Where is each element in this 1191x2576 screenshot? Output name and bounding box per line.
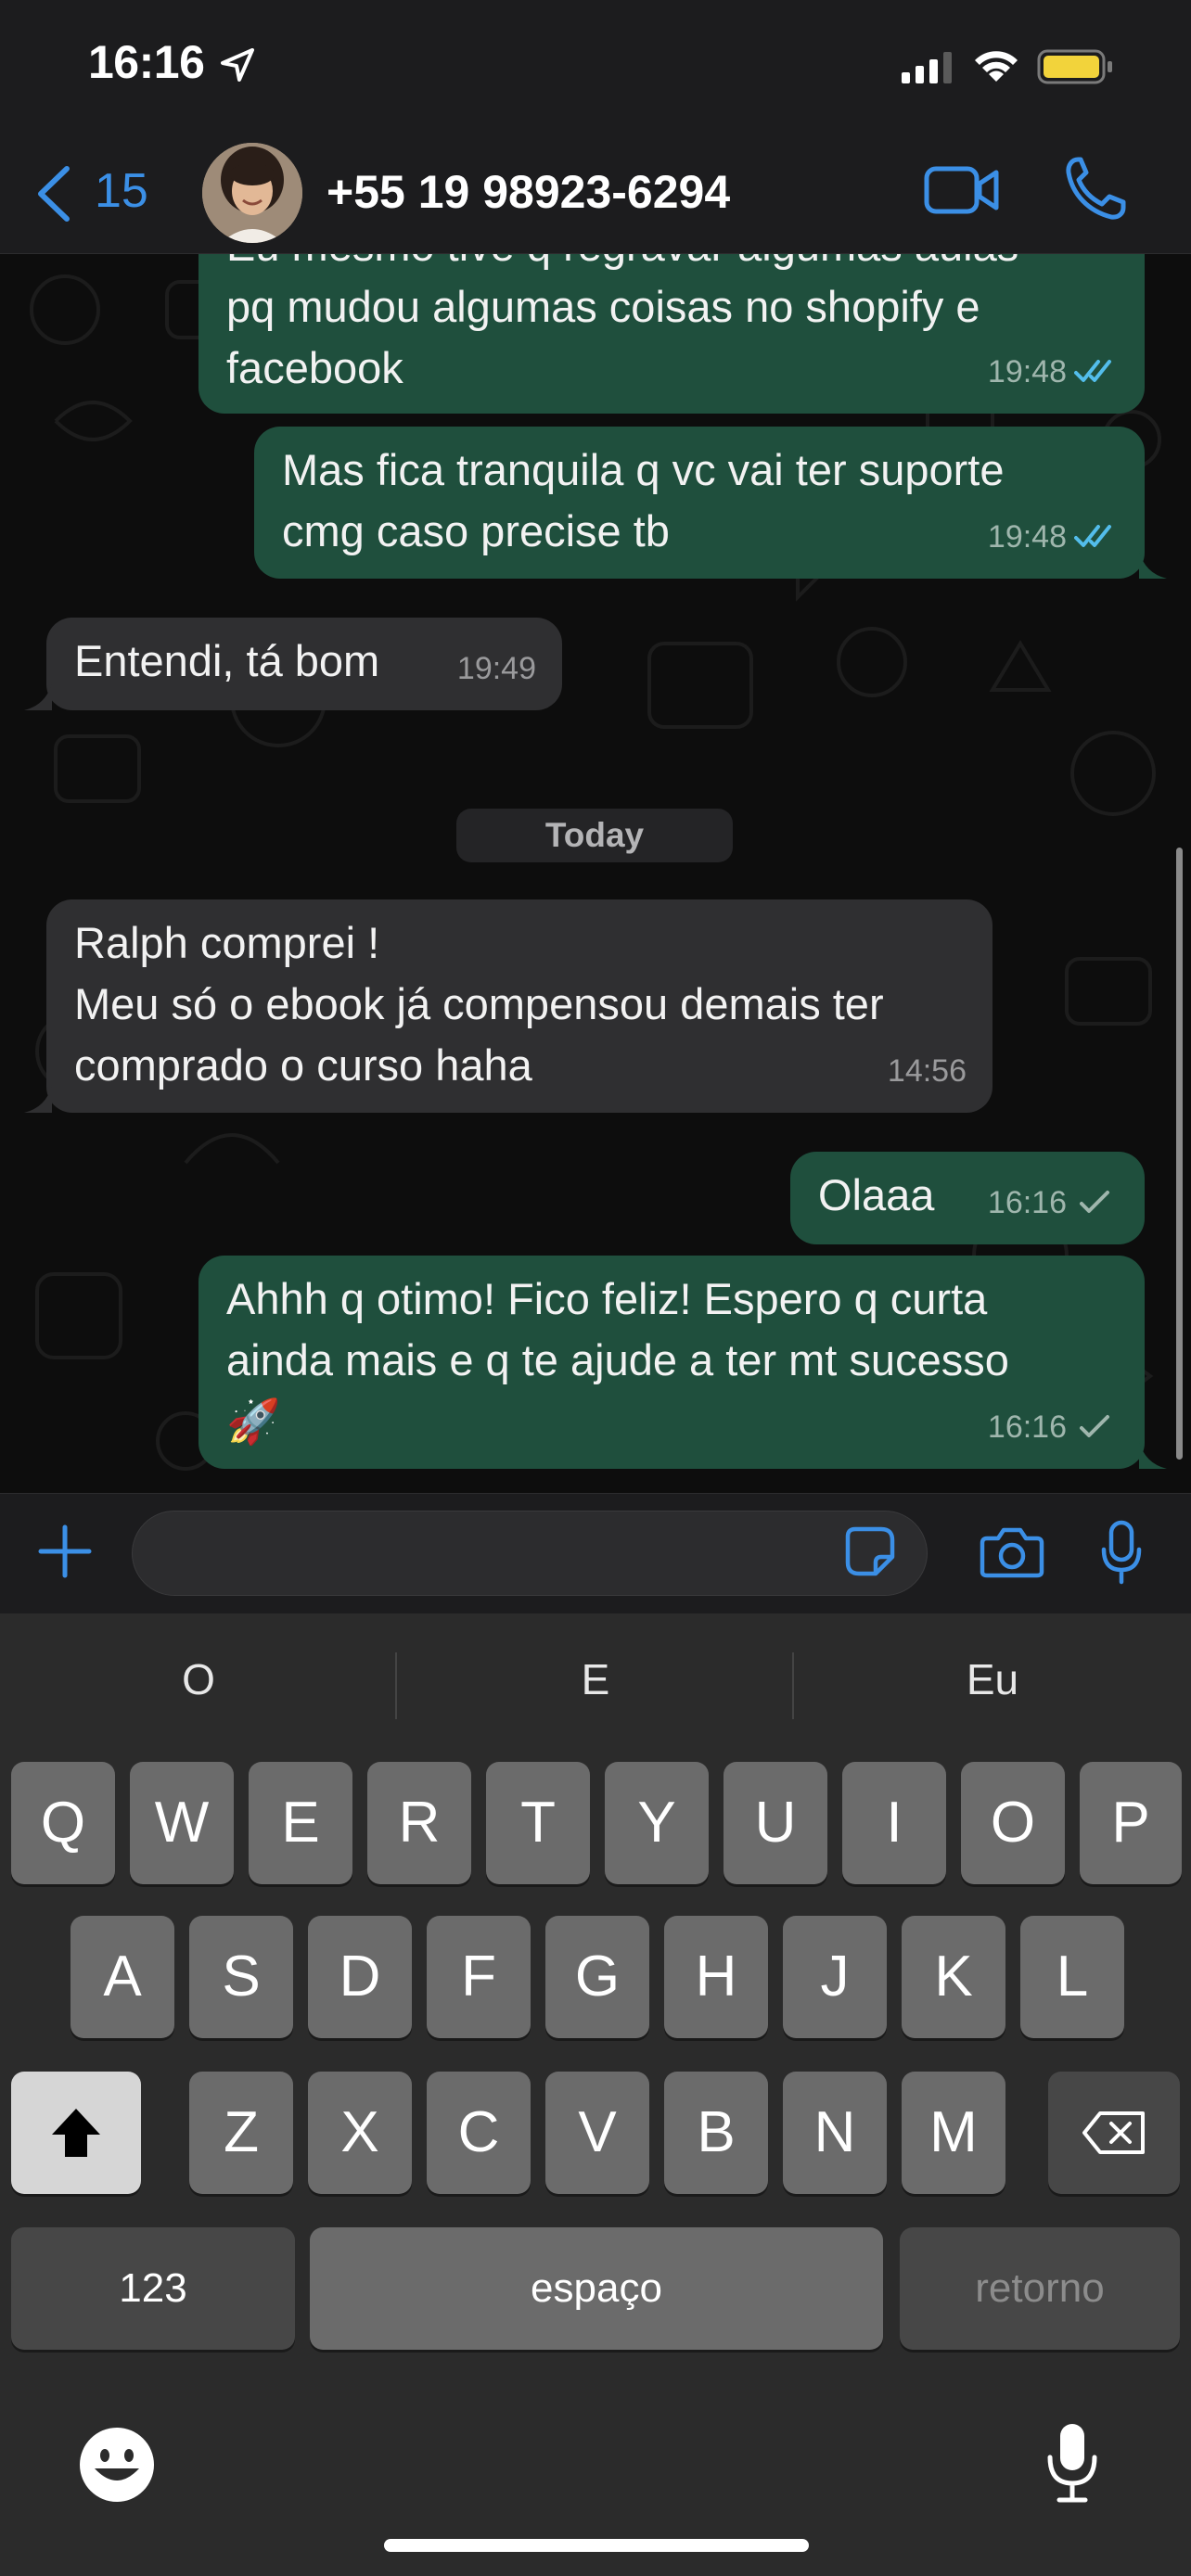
day-separator: Today bbox=[456, 809, 733, 862]
key-t[interactable]: T bbox=[486, 1762, 590, 1884]
key-z[interactable]: Z bbox=[189, 2072, 293, 2194]
key-m[interactable]: M bbox=[902, 2072, 1005, 2194]
single-check-sent-icon bbox=[1080, 1191, 1109, 1213]
scroll-indicator[interactable] bbox=[1176, 848, 1183, 1460]
message-bubble-outgoing[interactable]: Eu mesmo tive q regravar algumas aulas p… bbox=[198, 254, 1145, 414]
bubble-tail bbox=[1139, 1441, 1167, 1469]
camera-icon[interactable] bbox=[980, 1525, 1044, 1579]
key-r[interactable]: R bbox=[367, 1762, 471, 1884]
message-time: 16:16 bbox=[987, 1409, 1067, 1445]
message-text: Ralph comprei ! Meu só o ebook já compen… bbox=[74, 918, 884, 1090]
message-meta: 19:48 bbox=[988, 341, 1119, 402]
message-time: 19:49 bbox=[456, 651, 536, 686]
message-time: 16:16 bbox=[987, 1185, 1067, 1220]
suggestion-3[interactable]: Eu bbox=[794, 1654, 1191, 1704]
chat-header: 15 +55 19 98923-6294 bbox=[0, 139, 1191, 254]
key-f[interactable]: F bbox=[427, 1916, 531, 2038]
key-a[interactable]: A bbox=[70, 1916, 174, 2038]
message-bubble-outgoing[interactable]: Mas fica tranquila q vc vai ter suporte … bbox=[254, 427, 1145, 579]
message-bubble-incoming[interactable]: Ralph comprei ! Meu só o ebook já compen… bbox=[46, 899, 992, 1113]
key-p[interactable]: P bbox=[1080, 1762, 1182, 1884]
home-indicator[interactable] bbox=[384, 2539, 809, 2552]
key-k[interactable]: K bbox=[902, 1916, 1005, 2038]
double-check-read-icon bbox=[1074, 360, 1111, 382]
sticker-icon[interactable] bbox=[844, 1525, 896, 1577]
key-s[interactable]: S bbox=[189, 1916, 293, 2038]
dictation-mic-icon[interactable] bbox=[1044, 2420, 1100, 2504]
shift-arrow-icon bbox=[52, 2109, 100, 2157]
key-b[interactable]: B bbox=[664, 2072, 768, 2194]
message-meta: 16:16 bbox=[988, 1396, 1119, 1458]
key-e[interactable]: E bbox=[249, 1762, 352, 1884]
key-h[interactable]: H bbox=[664, 1916, 768, 2038]
key-d[interactable]: D bbox=[308, 1916, 412, 2038]
key-w[interactable]: W bbox=[130, 1762, 234, 1884]
bubble-tail bbox=[24, 1085, 52, 1113]
status-time: 16:16 bbox=[88, 36, 205, 88]
message-bubble-incoming[interactable]: Entendi, tá bom 19:49 bbox=[46, 618, 562, 710]
numbers-key[interactable]: 123 bbox=[11, 2227, 295, 2350]
message-bubble-outgoing[interactable]: Olaaa 16:16 bbox=[790, 1152, 1145, 1244]
key-y[interactable]: Y bbox=[605, 1762, 709, 1884]
message-meta: 19:48 bbox=[988, 506, 1119, 567]
battery-icon bbox=[1037, 49, 1112, 84]
video-call-icon[interactable] bbox=[924, 163, 1000, 217]
message-meta: 14:56 bbox=[888, 1040, 967, 1102]
single-check-sent-icon bbox=[1080, 1415, 1109, 1437]
message-meta: 19:49 bbox=[457, 638, 536, 699]
voice-call-icon[interactable] bbox=[1065, 156, 1126, 221]
attach-plus-icon[interactable] bbox=[37, 1524, 93, 1579]
message-composer bbox=[0, 1493, 1191, 1613]
suggestion-2[interactable]: E bbox=[397, 1654, 794, 1704]
back-chevron-icon[interactable] bbox=[35, 165, 72, 223]
key-n[interactable]: N bbox=[783, 2072, 887, 2194]
contact-name[interactable]: +55 19 98923-6294 bbox=[327, 165, 730, 219]
location-arrow-icon bbox=[221, 48, 254, 82]
bubble-tail bbox=[24, 682, 52, 710]
key-x[interactable]: X bbox=[308, 2072, 412, 2194]
key-c[interactable]: C bbox=[427, 2072, 531, 2194]
message-bubble-outgoing[interactable]: Ahhh q otimo! Fico feliz! Espero q curta… bbox=[198, 1256, 1145, 1469]
double-check-read-icon bbox=[1074, 525, 1111, 547]
key-i[interactable]: I bbox=[842, 1762, 946, 1884]
key-l[interactable]: L bbox=[1020, 1916, 1124, 2038]
key-v[interactable]: V bbox=[545, 2072, 649, 2194]
contact-avatar[interactable] bbox=[202, 143, 302, 243]
status-bar: 16:16 bbox=[0, 0, 1191, 139]
message-time: 19:48 bbox=[987, 354, 1067, 389]
key-q[interactable]: Q bbox=[11, 1762, 115, 1884]
backspace-icon bbox=[1082, 2111, 1145, 2154]
keyboard: O E Eu Q W E R T Y U I O P A S D F G H J… bbox=[0, 1613, 1191, 2576]
message-meta: 16:16 bbox=[988, 1172, 1119, 1233]
microphone-icon[interactable] bbox=[1100, 1520, 1143, 1585]
message-time: 14:56 bbox=[887, 1053, 967, 1089]
key-o[interactable]: O bbox=[961, 1762, 1065, 1884]
shift-key[interactable] bbox=[11, 2072, 141, 2194]
message-input-field[interactable] bbox=[132, 1511, 928, 1596]
avatar-photo-icon bbox=[202, 143, 302, 243]
bubble-tail bbox=[1139, 551, 1167, 579]
suggestion-1[interactable]: O bbox=[0, 1654, 397, 1704]
return-key[interactable]: retorno bbox=[900, 2227, 1180, 2350]
key-j[interactable]: J bbox=[783, 1916, 887, 2038]
back-unread-count[interactable]: 15 bbox=[95, 163, 148, 219]
message-text: Eu mesmo tive q regravar algumas aulas p… bbox=[226, 254, 1018, 392]
message-text: Ahhh q otimo! Fico feliz! Espero q curta… bbox=[226, 1274, 1009, 1446]
space-key[interactable]: espaço bbox=[310, 2227, 883, 2350]
suggestion-bar: O E Eu bbox=[0, 1613, 1191, 1753]
emoji-icon[interactable] bbox=[78, 2426, 156, 2504]
chat-area[interactable]: Eu mesmo tive q regravar algumas aulas p… bbox=[0, 254, 1191, 1493]
message-input[interactable] bbox=[133, 1511, 927, 1595]
message-time: 19:48 bbox=[987, 519, 1067, 555]
key-g[interactable]: G bbox=[545, 1916, 649, 2038]
key-u[interactable]: U bbox=[724, 1762, 827, 1884]
cellular-signal-icon bbox=[902, 52, 952, 83]
delete-key[interactable] bbox=[1048, 2072, 1180, 2194]
wifi-icon bbox=[975, 51, 1018, 82]
